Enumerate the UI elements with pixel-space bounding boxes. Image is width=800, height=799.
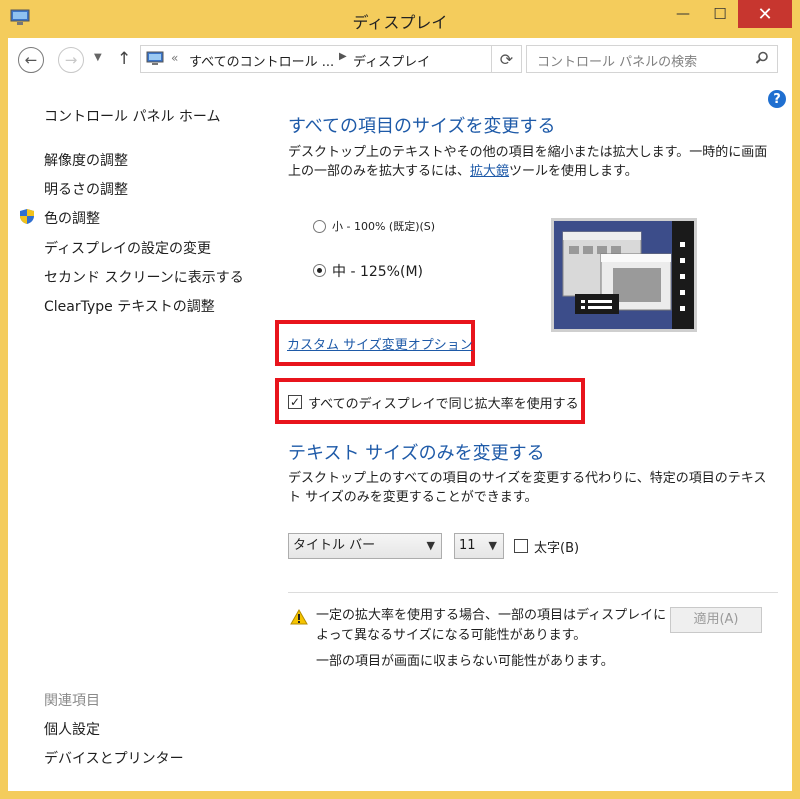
scaling-preview-image bbox=[551, 218, 697, 332]
breadcrumb-display[interactable]: ディスプレイ bbox=[353, 51, 430, 70]
same-scale-checkbox[interactable]: ✓ bbox=[288, 395, 302, 409]
uac-shield-icon bbox=[20, 209, 34, 224]
search-icon bbox=[755, 51, 768, 64]
navigation-bar: ← → ▼ ↑ « すべてのコントロール ... ▶ ディスプレイ ⟳ コントロ… bbox=[8, 38, 792, 82]
control-panel-icon bbox=[146, 51, 164, 65]
item-select-value: タイトル バー bbox=[293, 538, 376, 553]
chevron-down-icon: ▼ bbox=[488, 539, 497, 552]
close-icon: ✕ bbox=[757, 3, 773, 25]
divider bbox=[288, 592, 778, 593]
content-area: ? コントロール パネル ホーム 解像度の調整 明るさの調整 色の調整 ディスプ… bbox=[8, 82, 792, 791]
warning-text-2: 一部の項目が画面に収まらない可能性があります。 bbox=[316, 654, 614, 669]
apply-button[interactable]: 適用(A) bbox=[670, 607, 762, 633]
minimize-button[interactable]: — bbox=[664, 0, 702, 28]
heading-text-size-only: テキスト サイズのみを変更する bbox=[288, 443, 545, 464]
forward-arrow-icon: → bbox=[64, 51, 78, 69]
refresh-icon: ⟳ bbox=[499, 49, 514, 69]
radio-small-label[interactable]: 小 - 100% (既定)(S) bbox=[332, 218, 435, 234]
font-size-value: 11 bbox=[459, 538, 476, 553]
warning-text-1: 一定の拡大率を使用する場合、一部の項目はディスプレイによって異なるサイズになる可… bbox=[316, 608, 667, 643]
bold-checkbox[interactable] bbox=[514, 539, 528, 553]
up-button[interactable]: ↑ bbox=[117, 49, 131, 69]
sidebar-item-brightness[interactable]: 明るさの調整 bbox=[44, 179, 128, 199]
address-bar[interactable]: « すべてのコントロール ... ▶ ディスプレイ bbox=[140, 45, 492, 73]
bold-label[interactable]: 太字(B) bbox=[534, 537, 579, 556]
radio-small[interactable] bbox=[313, 220, 326, 233]
warning-text: 一定の拡大率を使用する場合、一部の項目はディスプレイによって異なるサイズになる可… bbox=[316, 606, 676, 672]
search-placeholder: コントロール パネルの検索 bbox=[537, 55, 698, 70]
maximize-icon: ☐ bbox=[713, 5, 727, 23]
related-devices-printers[interactable]: デバイスとプリンター bbox=[44, 748, 184, 768]
forward-button[interactable]: → bbox=[58, 47, 84, 73]
font-size-select[interactable]: 11 ▼ bbox=[454, 533, 504, 559]
sidebar-item-resolution[interactable]: 解像度の調整 bbox=[44, 150, 128, 170]
magnifier-link[interactable]: 拡大鏡 bbox=[470, 164, 509, 179]
refresh-button[interactable]: ⟳ bbox=[492, 45, 522, 73]
description-change-all-sizes: デスクトップ上のテキストやその他の項目を縮小または拡大します。一時的に画面上の一… bbox=[288, 143, 778, 181]
breadcrumb-separator-icon[interactable]: ▶ bbox=[339, 51, 347, 62]
radio-medium[interactable] bbox=[313, 264, 326, 277]
sidebar-control-panel-home[interactable]: コントロール パネル ホーム bbox=[44, 106, 220, 126]
sidebar-item-display-settings[interactable]: ディスプレイの設定の変更 bbox=[44, 238, 211, 258]
item-select[interactable]: タイトル バー ▼ bbox=[288, 533, 442, 559]
related-heading: 関連項目 bbox=[44, 693, 100, 709]
sidebar-item-cleartype[interactable]: ClearType テキストの調整 bbox=[44, 296, 215, 316]
back-button[interactable]: ← bbox=[18, 47, 44, 73]
title-bar: ディスプレイ — ☐ ✕ bbox=[0, 0, 800, 38]
back-arrow-icon: ← bbox=[24, 51, 38, 69]
help-icon[interactable]: ? bbox=[768, 90, 786, 108]
description-text-b: ツールを使用します。 bbox=[509, 164, 638, 179]
window: ディスプレイ — ☐ ✕ ← → ▼ ↑ « すべてのコントロール ... ▶ … bbox=[0, 0, 800, 799]
minimize-icon: — bbox=[676, 6, 690, 22]
related-personalization[interactable]: 個人設定 bbox=[44, 719, 100, 739]
radio-medium-label[interactable]: 中 - 125%(M) bbox=[332, 261, 423, 281]
breadcrumb-all-control-panel[interactable]: すべてのコントロール ... bbox=[189, 51, 334, 70]
recent-locations-chevron-icon[interactable]: ▼ bbox=[94, 52, 102, 63]
description-text-size-only: デスクトップ上のすべての項目のサイズを変更する代わりに、特定の項目のテキスト サ… bbox=[288, 471, 767, 505]
overflow-crumb[interactable]: « bbox=[171, 51, 178, 65]
same-scale-label[interactable]: すべてのディスプレイで同じ拡大率を使用する bbox=[308, 393, 579, 412]
heading-change-all-sizes: すべての項目のサイズを変更する bbox=[288, 116, 556, 137]
close-button[interactable]: ✕ bbox=[738, 0, 792, 28]
sidebar-item-second-screen[interactable]: セカンド スクリーンに表示する bbox=[44, 267, 244, 287]
maximize-button[interactable]: ☐ bbox=[702, 0, 738, 28]
custom-size-options-link[interactable]: カスタム サイズ変更オプション bbox=[287, 334, 473, 353]
sidebar-item-color[interactable]: 色の調整 bbox=[44, 208, 100, 228]
search-box[interactable]: コントロール パネルの検索 bbox=[526, 45, 778, 73]
warning-icon bbox=[290, 609, 308, 625]
chevron-down-icon: ▼ bbox=[426, 539, 435, 552]
